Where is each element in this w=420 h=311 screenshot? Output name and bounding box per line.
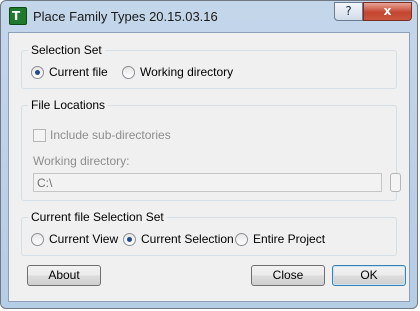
help-icon: ? xyxy=(345,4,352,18)
include-subdirectories-label: Include sub-directories xyxy=(50,128,171,142)
current-file-selection-set-group: Current file Selection Set Current View … xyxy=(21,210,397,256)
radio-current-view-indicator[interactable] xyxy=(31,232,44,246)
radio-entire-project[interactable]: Entire Project xyxy=(235,232,325,246)
ok-button[interactable]: OK xyxy=(332,265,406,286)
working-directory-field[interactable]: C:\ xyxy=(33,173,382,192)
about-button[interactable]: About xyxy=(27,265,101,286)
help-button[interactable]: ? xyxy=(334,2,363,21)
include-subdirectories-checkbox[interactable]: Include sub-directories xyxy=(33,128,171,142)
app-icon: T xyxy=(9,7,27,25)
radio-current-view[interactable]: Current View xyxy=(31,232,118,246)
dialog-window: T Place Family Types 20.15.03.16 ? x Sel… xyxy=(0,0,418,309)
radio-current-file-label: Current file xyxy=(49,65,108,79)
window-close-button[interactable]: x xyxy=(363,2,412,21)
radio-current-view-label: Current View xyxy=(49,232,119,246)
file-locations-title: File Locations xyxy=(28,98,109,112)
selection-set-group: Selection Set Current file Working direc… xyxy=(21,43,397,89)
radio-current-file[interactable]: Current file xyxy=(31,65,108,79)
include-subdirectories-box[interactable] xyxy=(33,128,46,142)
radio-current-selection-label: Current Selection xyxy=(141,232,234,246)
radio-entire-project-indicator[interactable] xyxy=(235,232,248,246)
radio-working-directory-indicator[interactable] xyxy=(122,65,135,79)
close-icon: x xyxy=(383,4,392,18)
radio-current-file-indicator[interactable] xyxy=(31,65,44,79)
selection-set-title: Selection Set xyxy=(28,43,105,57)
radio-current-selection[interactable]: Current Selection xyxy=(123,232,234,246)
radio-current-selection-indicator[interactable] xyxy=(123,232,136,246)
working-directory-label: Working directory: xyxy=(33,154,130,168)
browse-button[interactable] xyxy=(390,173,401,192)
window-title: Place Family Types 20.15.03.16 xyxy=(33,9,218,24)
app-icon-glyph: T xyxy=(12,9,21,23)
radio-entire-project-label: Entire Project xyxy=(253,232,326,246)
radio-working-directory-label: Working directory xyxy=(140,65,234,79)
title-bar[interactable]: T Place Family Types 20.15.03.16 ? x xyxy=(1,1,417,31)
current-file-selection-set-title: Current file Selection Set xyxy=(28,210,167,224)
close-button[interactable]: Close xyxy=(251,265,325,286)
radio-working-directory[interactable]: Working directory xyxy=(122,65,233,79)
dialog-body: Selection Set Current file Working direc… xyxy=(8,32,410,302)
